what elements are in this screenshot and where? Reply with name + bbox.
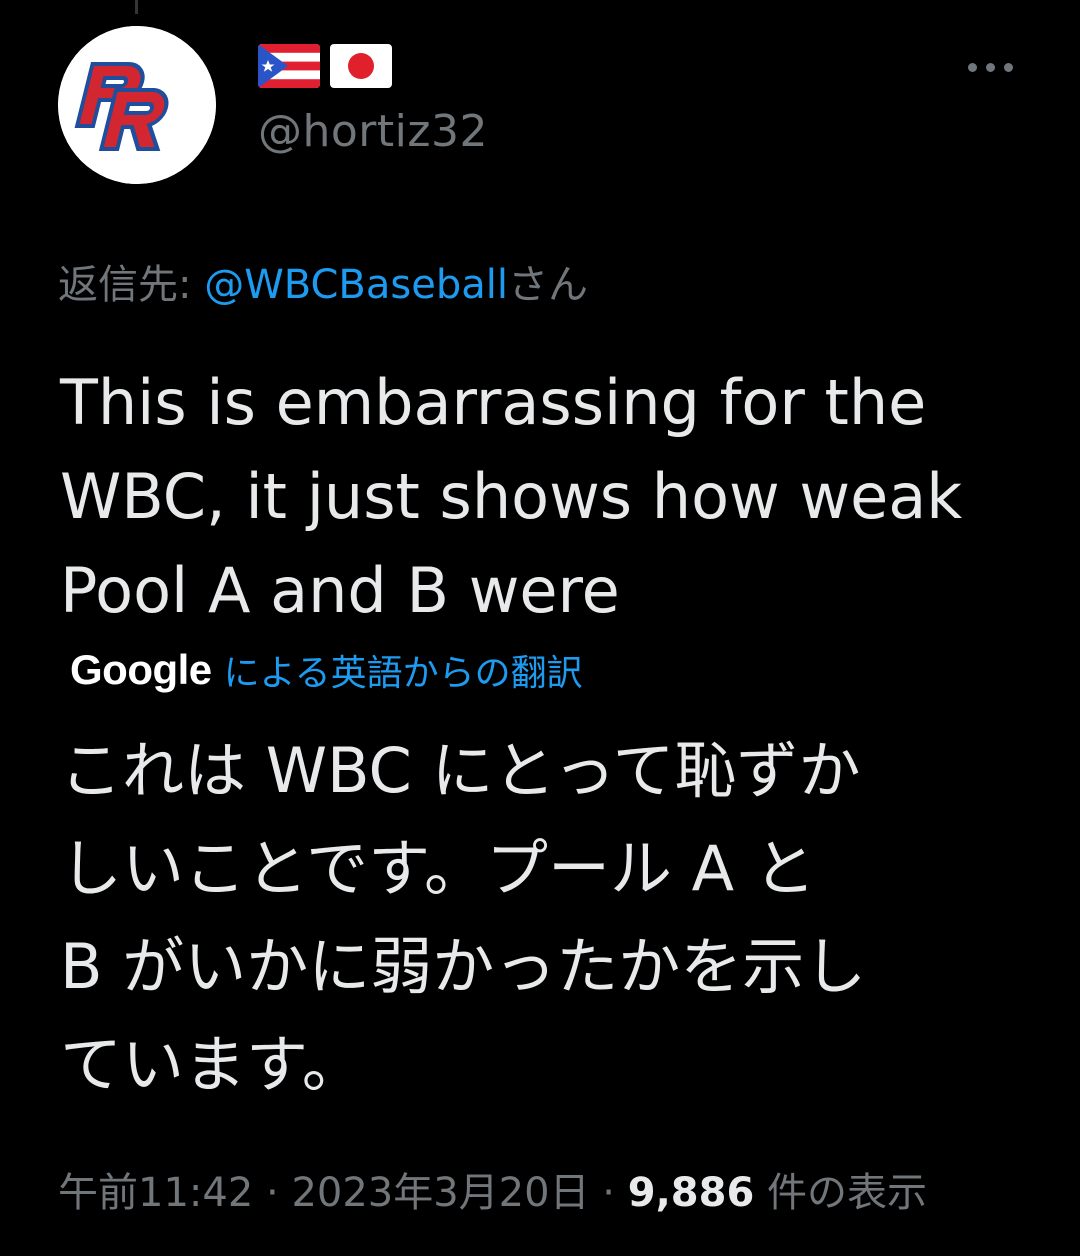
meta-separator: ·: [589, 1170, 628, 1216]
translation-link[interactable]: による英語からの翻訳: [224, 644, 583, 696]
japan-flag-icon: [330, 44, 392, 88]
meta-separator: ·: [253, 1170, 292, 1216]
translated-tweet-text: これは WBC にとって恥ずか しいことです。プール A と B がいかに弱かっ…: [60, 734, 867, 1101]
more-options-icon[interactable]: [958, 52, 1022, 82]
translation-attribution: Google による英語からの翻訳: [70, 644, 583, 696]
reply-to-line: 返信先: @WBCBaseballさん: [58, 252, 588, 310]
puerto-rico-flag-icon: [258, 44, 320, 88]
tweet-date[interactable]: 2023年3月20日: [291, 1170, 589, 1216]
reply-mention-link[interactable]: @WBCBaseball: [204, 262, 508, 308]
reply-to-suffix: さん: [507, 262, 588, 308]
user-handle[interactable]: @hortiz32: [258, 106, 488, 157]
tweet-text: This is embarrassing for the WBC, it jus…: [60, 366, 963, 627]
google-logo: Google: [70, 646, 212, 693]
views-label: 件の表示: [754, 1170, 927, 1216]
reply-to-prefix: 返信先:: [58, 262, 205, 308]
more-dot: [985, 62, 995, 72]
tweet-metadata: 午前11:42 · 2023年3月20日 · 9,886 件の表示: [58, 1160, 927, 1218]
more-dot: [967, 62, 977, 72]
views-count[interactable]: 9,886: [628, 1170, 755, 1216]
pr-logo-icon: [58, 26, 216, 184]
profile-flags: [258, 44, 392, 88]
tweet-time[interactable]: 午前11:42: [58, 1170, 253, 1216]
avatar[interactable]: [58, 26, 216, 184]
more-dot: [1003, 62, 1013, 72]
thread-connector-line: [135, 0, 138, 14]
